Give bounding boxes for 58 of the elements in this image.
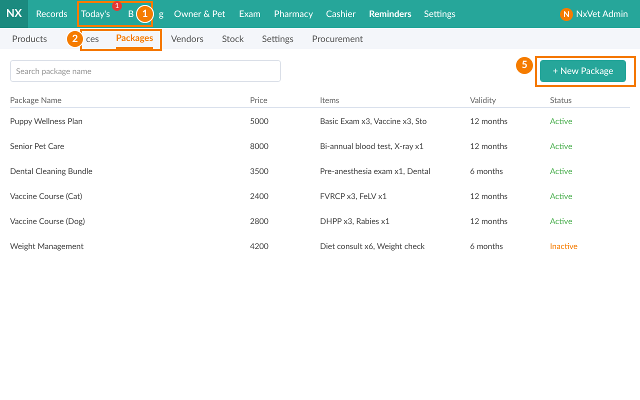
table-cell-text: 12 months: [470, 214, 509, 226]
table-cell-text: 5000: [250, 114, 270, 126]
sub-nav-tab[interactable]: Packages: [116, 28, 154, 48]
status-label: Active: [550, 114, 574, 126]
nav-link[interactable]: g: [158, 7, 164, 21]
nav-link[interactable]: B: [128, 7, 134, 21]
nav-link[interactable]: Settings: [424, 7, 456, 21]
sub-nav-tab[interactable]: ces: [86, 28, 99, 48]
table-cell-text: Senior Pet Care: [10, 140, 66, 152]
column-header: Status: [550, 94, 573, 106]
table-cell-text: Vaccine Course (Dog): [10, 214, 86, 226]
nav-link[interactable]: Records: [36, 7, 68, 21]
nav-link[interactable]: Today's: [81, 7, 110, 21]
sub-nav-tab[interactable]: Settings: [262, 28, 294, 48]
user-name[interactable]: NxVet Admin: [576, 7, 628, 21]
table-cell-text: Diet consult x6, Weight check: [320, 240, 426, 252]
table-cell-text: 12 months: [470, 140, 509, 152]
table-cell-text: 2400: [250, 190, 270, 202]
column-header: Items: [320, 94, 340, 106]
nav-link[interactable]: Pharmacy: [274, 7, 313, 21]
step-marker: 5: [516, 57, 533, 74]
nav-link[interactable]: Owner & Pet: [174, 7, 226, 21]
table-cell-text: Dental Cleaning Bundle: [10, 164, 94, 176]
status-label: Active: [550, 140, 574, 152]
new-package-button[interactable]: + New Package: [540, 60, 626, 82]
sub-nav-tab[interactable]: Products: [12, 28, 47, 48]
table-cell-text: DHPP x3, Rabies x1: [320, 214, 391, 226]
sub-nav-tab[interactable]: Procurement: [312, 28, 364, 48]
table-cell-text: 3500: [250, 164, 270, 176]
table-cell-text: 12 months: [470, 114, 509, 126]
table-cell-text: Vaccine Course (Cat): [10, 190, 84, 202]
table-cell-text: Bi-annual blood test, X-ray x1: [320, 140, 425, 152]
column-header: Price: [250, 94, 269, 106]
nav-link[interactable]: Exam: [239, 7, 261, 21]
table-cell-text: 6 months: [470, 240, 504, 252]
status-label: Active: [550, 164, 574, 176]
column-header: Package Name: [10, 94, 63, 106]
table-cell-text: 4200: [250, 240, 270, 252]
table-cell-text: Pre-anesthesia exam x1, Dental: [320, 164, 432, 176]
status-label: Active: [550, 190, 574, 202]
nav-link[interactable]: Reminders: [369, 7, 412, 21]
table-cell-text: Basic Exam x3, Vaccine x3, Sto: [320, 114, 428, 126]
column-header: Validity: [470, 94, 498, 106]
table-cell-text: 12 months: [470, 190, 509, 202]
search-field[interactable]: Search package name: [10, 60, 281, 82]
sub-nav-tab[interactable]: Stock: [222, 28, 244, 48]
nav-link[interactable]: Cashier: [326, 7, 356, 21]
table-cell-text: 8000: [250, 140, 270, 152]
brand-logo: NX: [0, 0, 28, 28]
table-cell-text: 6 months: [470, 164, 504, 176]
sub-nav-tab[interactable]: Vendors: [171, 28, 204, 48]
table-cell-text: Puppy Wellness Plan: [10, 114, 84, 126]
table-cell-text: Weight Management: [10, 240, 85, 252]
status-label: Inactive: [550, 240, 579, 252]
status-label: Active: [550, 214, 574, 226]
table-cell-text: FVRCP x3, FeLV x1: [320, 190, 388, 202]
table-cell-text: 2800: [250, 214, 270, 226]
user-avatar[interactable]: N: [560, 8, 573, 20]
